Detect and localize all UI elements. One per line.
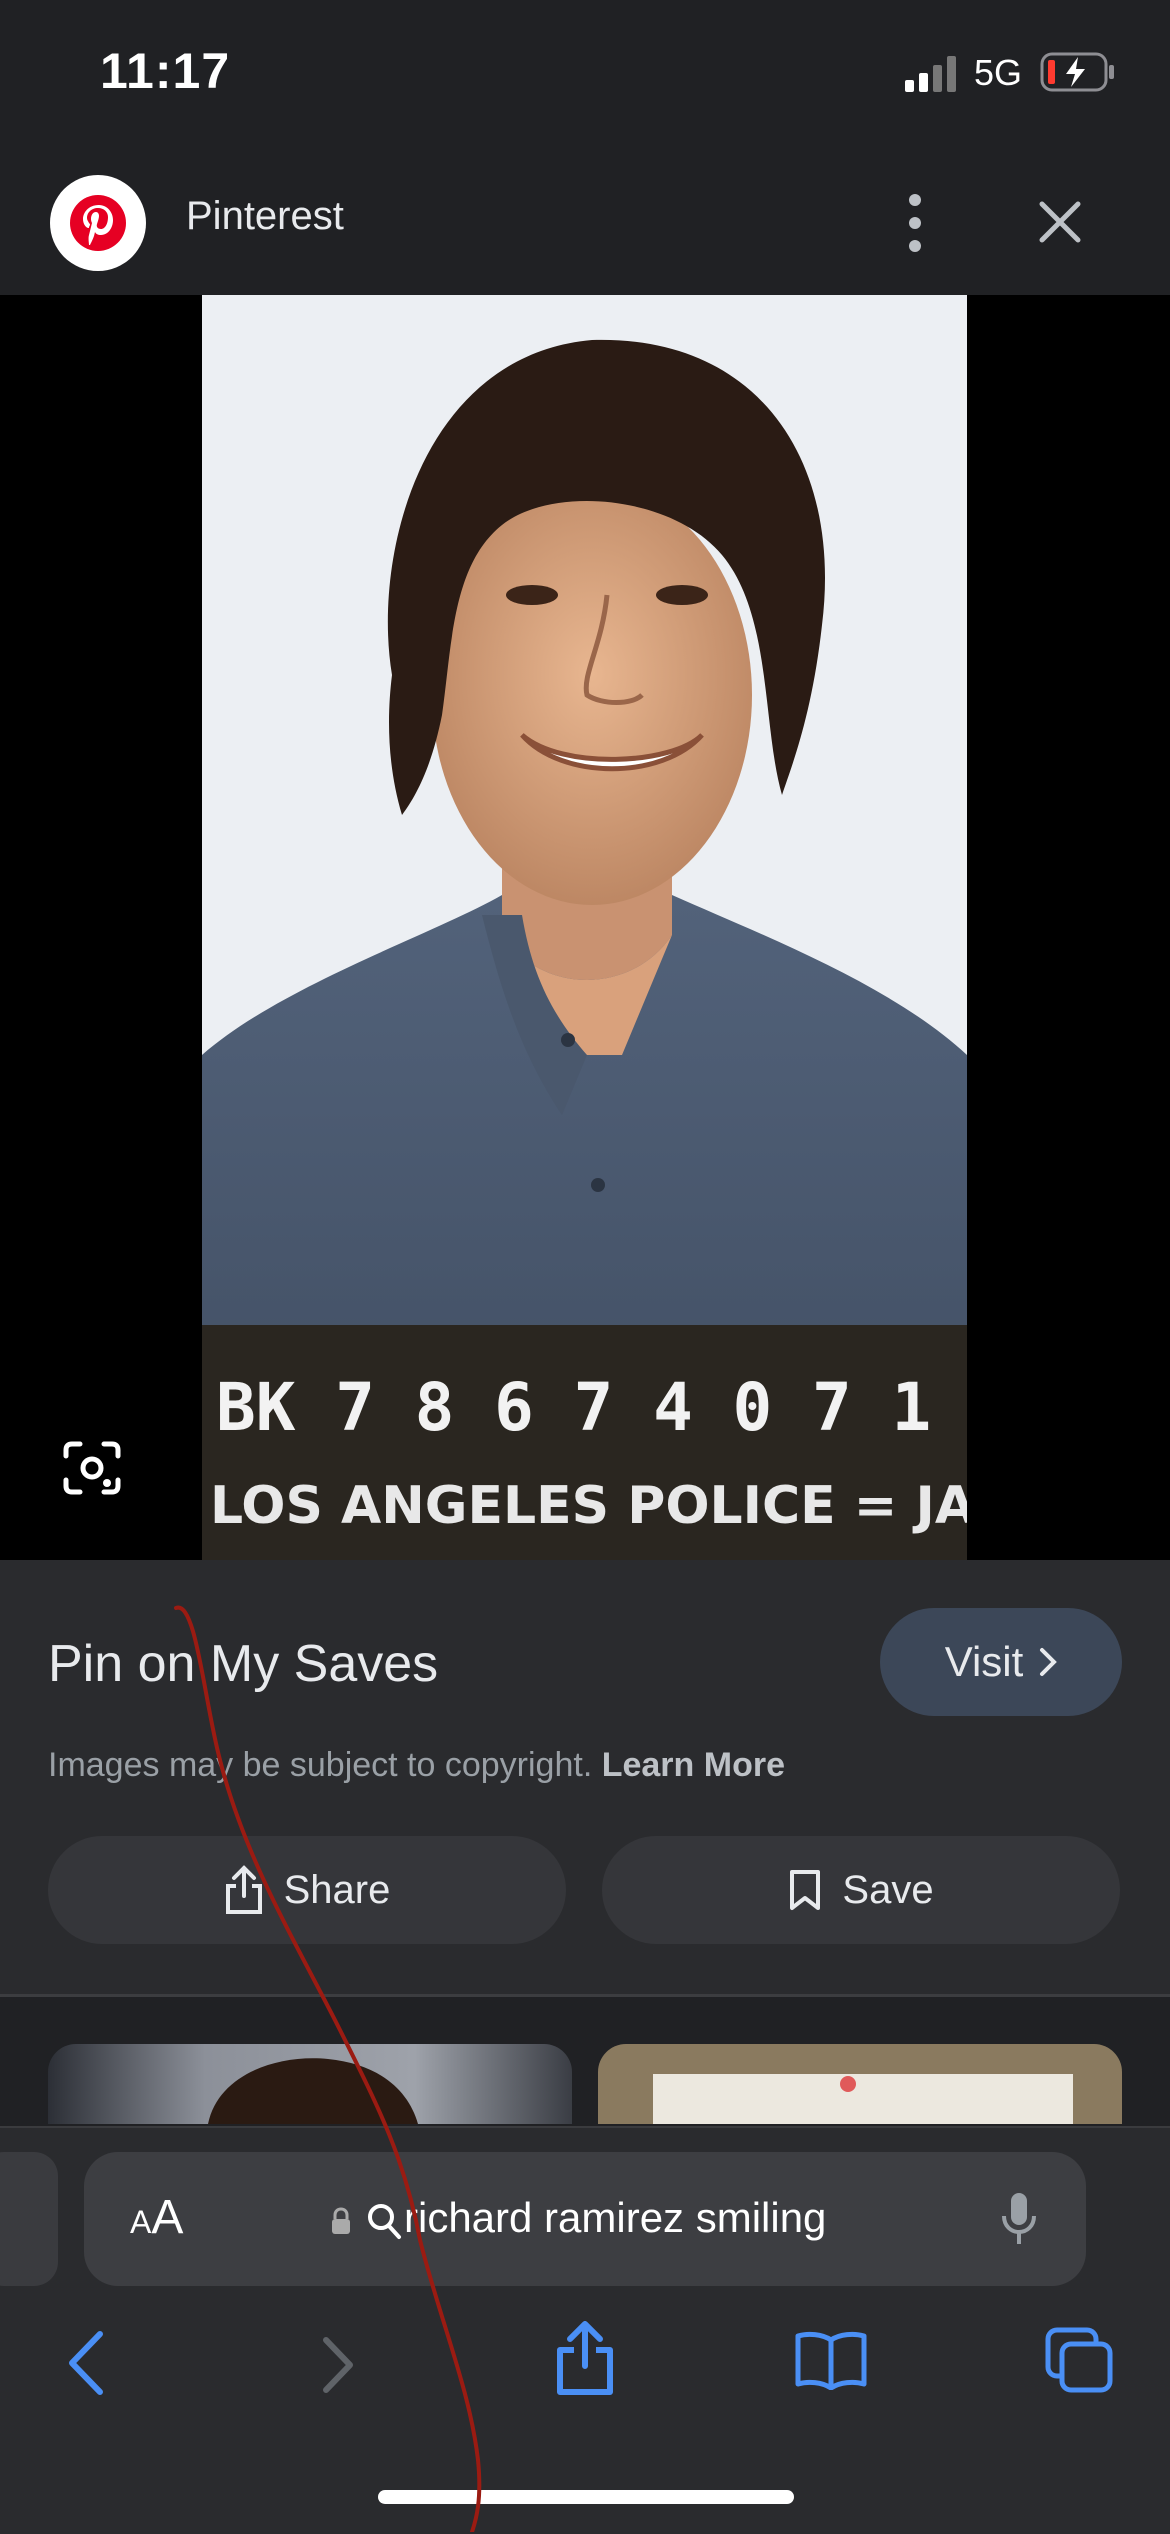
share-button[interactable]: Share [48, 1836, 566, 1944]
network-type: 5G [974, 52, 1023, 93]
search-icon [368, 2204, 401, 2239]
copyright-notice: Images may be subject to copyright. Lear… [48, 1746, 785, 1785]
pin-image[interactable]: BK 7 8 6 7 4 0 7 1 2 1 LOS ANGELES POLIC… [202, 295, 967, 1560]
more-vertical-icon[interactable] [895, 192, 935, 254]
save-label: Save [842, 1867, 934, 1912]
visit-button[interactable]: Visit [880, 1608, 1122, 1716]
previous-tab-preview[interactable] [0, 2152, 58, 2286]
status-time: 11:17 [100, 43, 231, 99]
source-title: Pinterest [186, 194, 344, 238]
divider [0, 1994, 1170, 1997]
address-text[interactable]: richard ramirez smiling [404, 2194, 826, 2242]
signal-icon [905, 56, 956, 92]
battery-charging-icon [1040, 52, 1114, 92]
plate-number: BK 7 8 6 7 4 0 7 1 2 1 [216, 1369, 967, 1446]
home-indicator [378, 2490, 794, 2504]
share-label: Share [283, 1867, 391, 1912]
back-icon[interactable] [66, 2330, 106, 2396]
bookmarks-icon[interactable] [794, 2330, 868, 2390]
copyright-text: Images may be subject to copyright. [48, 1746, 593, 1784]
mugshot-illustration: BK 7 8 6 7 4 0 7 1 2 1 LOS ANGELES POLIC… [202, 295, 967, 1560]
share-page-icon[interactable] [554, 2320, 616, 2396]
learn-more-link[interactable]: Learn More [602, 1746, 785, 1784]
microphone-icon[interactable] [1000, 2190, 1038, 2248]
pin-title: Pin on My Saves [48, 1635, 439, 1693]
related-image-1[interactable] [48, 2044, 572, 2124]
plate-label: LOS ANGELES POLICE = JAIL - [210, 1476, 967, 1536]
bookmark-icon [790, 1870, 821, 1910]
google-lens-icon[interactable] [62, 1440, 122, 1496]
text-size-button[interactable]: AA [130, 2190, 183, 2245]
visit-label: Visit [944, 1638, 1024, 1685]
close-icon[interactable] [1030, 192, 1090, 252]
pinterest-logo-icon[interactable] [50, 175, 146, 271]
viewer-header [0, 150, 1170, 295]
share-icon [225, 1865, 262, 1914]
save-button[interactable]: Save [602, 1836, 1120, 1944]
chevron-right-icon [1040, 1648, 1058, 1676]
forward-icon[interactable] [320, 2336, 356, 2394]
related-image-2[interactable] [598, 2044, 1122, 2124]
lock-icon [332, 2207, 350, 2234]
tabs-icon[interactable] [1044, 2326, 1114, 2394]
